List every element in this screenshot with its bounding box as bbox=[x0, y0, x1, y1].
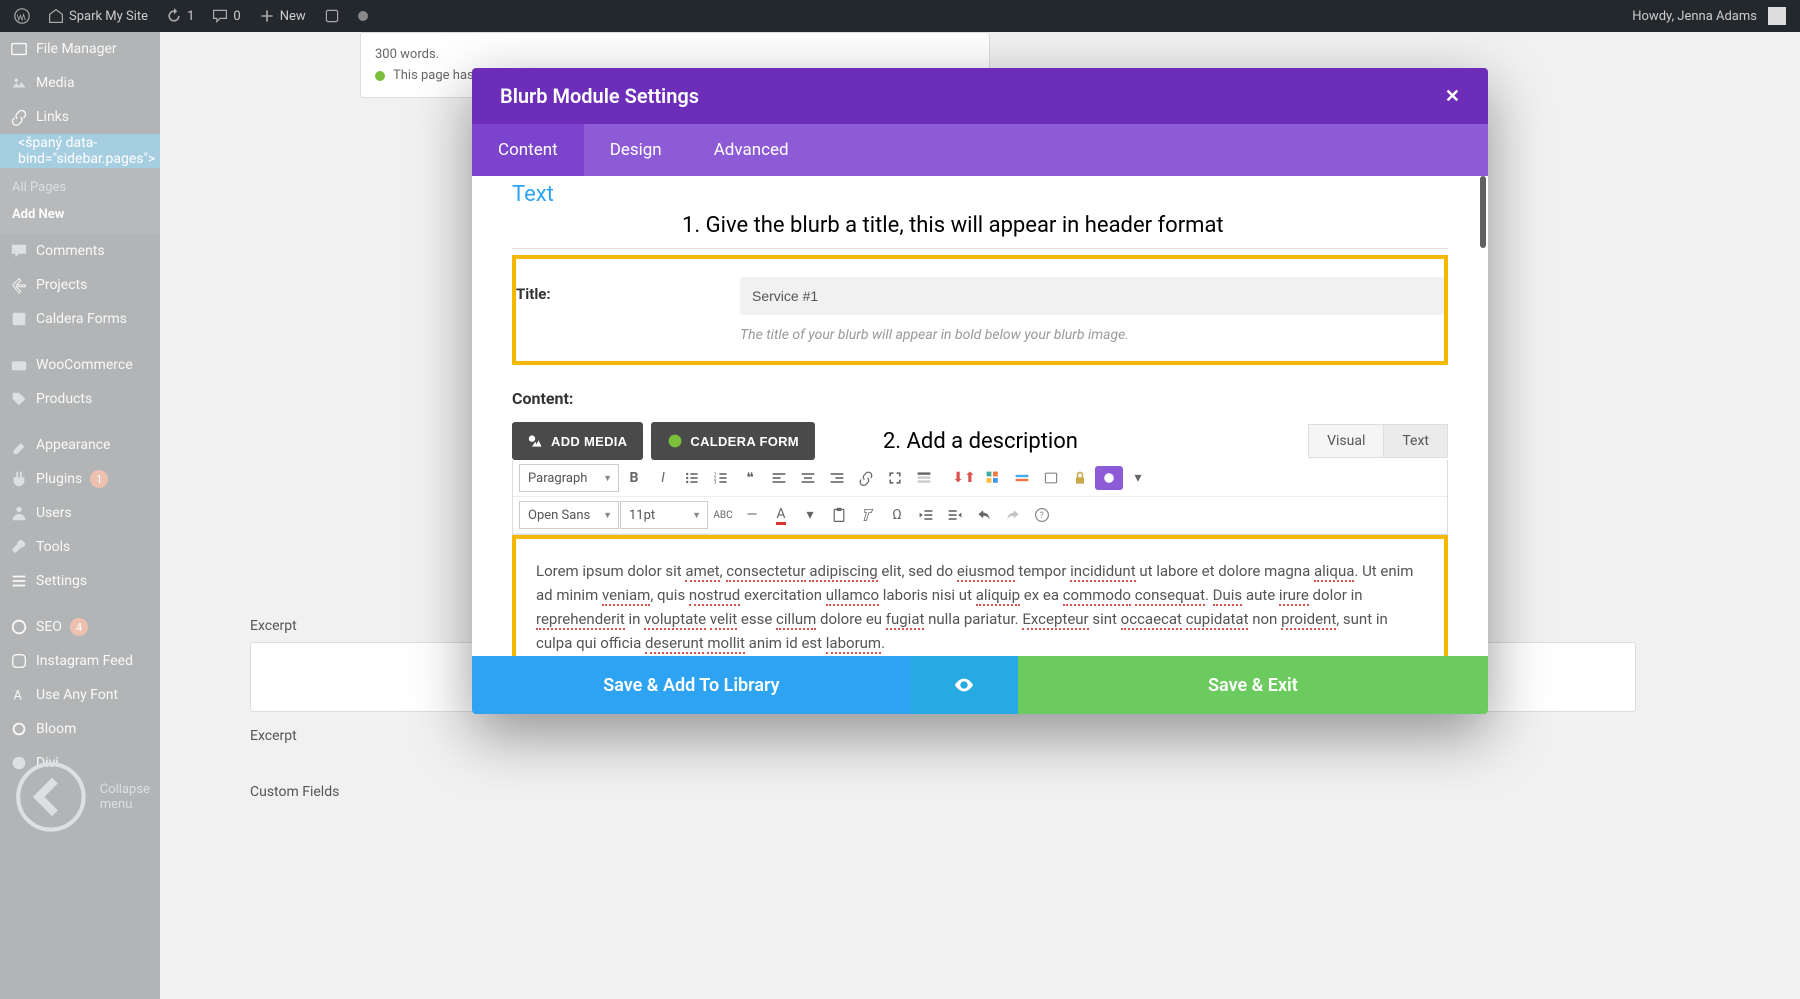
title-help-text: The title of your blurb will appear in b… bbox=[740, 327, 1444, 343]
tab-design[interactable]: Design bbox=[584, 124, 688, 176]
tab-content[interactable]: Content bbox=[472, 124, 584, 176]
status-dot bbox=[352, 0, 374, 32]
divider-icon[interactable] bbox=[1008, 466, 1036, 490]
comments-link[interactable]: 0 bbox=[206, 0, 246, 32]
tab-advanced[interactable]: Advanced bbox=[688, 124, 815, 176]
caldera-icon bbox=[667, 433, 683, 449]
bold-icon[interactable]: B bbox=[620, 466, 648, 490]
outdent-icon[interactable] bbox=[912, 503, 940, 527]
font-size-select[interactable]: 11pt bbox=[620, 501, 708, 529]
text-color-icon[interactable]: A bbox=[767, 503, 795, 527]
caldera-shortcode-icon[interactable] bbox=[1095, 466, 1123, 490]
editor-tab-visual[interactable]: Visual bbox=[1308, 424, 1384, 458]
toolbar-toggle-icon[interactable] bbox=[910, 466, 938, 490]
content-editor[interactable]: Lorem ipsum dolor sit amet, consectetur … bbox=[512, 535, 1448, 656]
admin-bar: Spark My Site 1 0 New Howdy, Jenna Adams bbox=[0, 0, 1800, 32]
align-left-icon[interactable] bbox=[765, 466, 793, 490]
align-center-icon[interactable] bbox=[794, 466, 822, 490]
instruction-1: 1. Give the blurb a title, this will app… bbox=[682, 213, 1448, 238]
title-label: Title: bbox=[516, 277, 740, 303]
sidebar-dim-overlay bbox=[0, 32, 160, 999]
editor-toolbars: Paragraph B I 123 ❝ bbox=[512, 460, 1448, 535]
eye-icon bbox=[953, 674, 975, 696]
clear-format-icon[interactable] bbox=[854, 503, 882, 527]
modal-title: Blurb Module Settings bbox=[500, 84, 699, 108]
format-select[interactable]: Paragraph bbox=[519, 464, 619, 492]
howdy-link[interactable]: Howdy, Jenna Adams bbox=[1626, 0, 1792, 32]
editor-tab-text[interactable]: Text bbox=[1384, 424, 1448, 458]
modal-tabs: Content Design Advanced bbox=[472, 124, 1488, 176]
caldera-form-button[interactable]: CALDERA FORM bbox=[651, 422, 815, 460]
svg-text:3: 3 bbox=[714, 480, 717, 486]
media-icon bbox=[528, 433, 544, 449]
align-right-icon[interactable] bbox=[823, 466, 851, 490]
redo-icon[interactable] bbox=[999, 503, 1027, 527]
text-color-caret-icon[interactable]: ▾ bbox=[796, 503, 824, 527]
wp-logo[interactable] bbox=[8, 0, 36, 32]
number-list-icon[interactable]: 123 bbox=[707, 466, 735, 490]
bullet-list-icon[interactable] bbox=[678, 466, 706, 490]
content-label: Content: bbox=[512, 389, 1448, 408]
title-input[interactable] bbox=[740, 277, 1444, 315]
quote-icon[interactable]: ❝ bbox=[736, 466, 764, 490]
editor-canvas: 300 words. This page has 0 nofollowed ou… bbox=[160, 32, 1800, 999]
modal-header: Blurb Module Settings ✕ bbox=[472, 68, 1488, 124]
add-media-button[interactable]: ADD MEDIA bbox=[512, 422, 643, 460]
instruction-2: 2. Add a description bbox=[883, 429, 1078, 454]
hr-icon[interactable]: — bbox=[738, 503, 766, 527]
site-link[interactable]: Spark My Site bbox=[42, 0, 154, 32]
scrollbar-thumb[interactable] bbox=[1480, 176, 1486, 248]
fullscreen-icon[interactable] bbox=[881, 466, 909, 490]
svg-text:?: ? bbox=[1040, 511, 1044, 521]
shortcode-icon[interactable]: ⬇⬆ bbox=[950, 466, 978, 490]
italic-icon[interactable]: I bbox=[649, 466, 677, 490]
blurb-settings-modal: Blurb Module Settings ✕ Content Design A… bbox=[472, 68, 1488, 714]
avatar bbox=[1768, 7, 1786, 25]
section-text-heading[interactable]: Text bbox=[512, 176, 1448, 209]
card-icon[interactable] bbox=[1037, 466, 1065, 490]
save-library-button[interactable]: Save & Add To Library bbox=[472, 656, 911, 714]
dropdown-caret-icon[interactable]: ▾ bbox=[1124, 466, 1152, 490]
undo-icon[interactable] bbox=[970, 503, 998, 527]
font-family-select[interactable]: Open Sans bbox=[519, 501, 619, 529]
title-highlight-box: Title: The title of your blurb will appe… bbox=[512, 255, 1448, 365]
paste-icon[interactable] bbox=[825, 503, 853, 527]
indent-icon[interactable] bbox=[941, 503, 969, 527]
updates-link[interactable]: 1 bbox=[160, 0, 200, 32]
new-link[interactable]: New bbox=[253, 0, 312, 32]
seo-icon[interactable] bbox=[318, 0, 346, 32]
preview-button[interactable] bbox=[911, 656, 1018, 714]
link-icon[interactable] bbox=[852, 466, 880, 490]
lock-icon[interactable] bbox=[1066, 466, 1094, 490]
special-char-icon[interactable]: Ω bbox=[883, 503, 911, 527]
help-icon[interactable]: ? bbox=[1028, 503, 1056, 527]
grid-icon[interactable] bbox=[979, 466, 1007, 490]
strikethrough-icon[interactable]: ABC bbox=[709, 503, 737, 527]
close-icon[interactable]: ✕ bbox=[1445, 86, 1460, 107]
admin-sidebar: File Manager Media Links <španý data-bin… bbox=[0, 32, 160, 999]
save-exit-button[interactable]: Save & Exit bbox=[1018, 656, 1488, 714]
modal-footer: Save & Add To Library Save & Exit bbox=[472, 656, 1488, 714]
